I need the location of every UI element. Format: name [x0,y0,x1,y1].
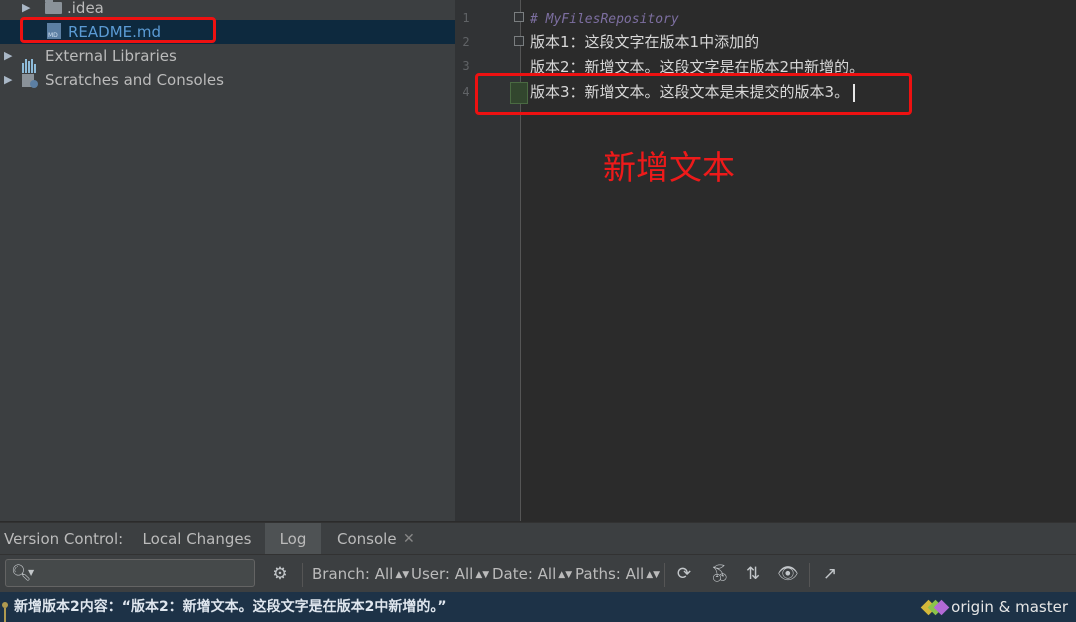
tree-item-external-libraries[interactable]: ▶ External Libraries [0,44,455,73]
eye-icon[interactable]: 👁︎ [777,564,799,584]
open-external-icon[interactable]: ↗ [820,564,840,584]
branch-indicator[interactable]: origin & master [920,592,1068,622]
dropdown-icon: ▲▼ [395,569,410,580]
sort-arrows-icon[interactable]: ⇅ [743,564,763,584]
commit-node-icon [2,602,8,622]
close-tab-icon[interactable]: ✕ [403,523,415,555]
line-number: 4 [462,85,470,99]
annotation-label: 新增文本 [603,148,735,187]
folder-icon [45,0,62,16]
code-line-2[interactable]: 版本1：这段文字在版本1中添加的 [530,30,759,54]
search-dropdown-icon[interactable]: ▼ [28,554,34,592]
log-toolbar: 🔍︎ ▼ ⚙ Branch: All ▲▼ User: All ▲▼ Date: A… [0,554,1076,593]
dropdown-icon: ▲▼ [558,569,573,580]
fold-marker-icon[interactable] [514,36,524,46]
filter-branch[interactable]: Branch: All ▲▼ [312,555,409,594]
filter-user[interactable]: User: All ▲▼ [411,555,489,594]
settings-gear-icon[interactable]: ⚙ [270,564,290,584]
tab-local-changes[interactable]: Local Changes [136,523,258,555]
branch-label: origin & master [951,598,1068,616]
filter-date[interactable]: Date: All ▲▼ [492,555,572,594]
filter-paths-label: Paths: All [575,565,645,583]
line-number: 3 [462,59,470,73]
dropdown-icon: ▲▼ [475,569,490,580]
tree-item-scratches[interactable]: ▶ Scratches and Consoles [0,68,455,92]
expand-arrow-icon[interactable]: ▶ [4,68,12,92]
version-control-label: Version Control: [4,530,124,548]
dropdown-icon: ▲▼ [646,569,661,580]
filter-paths[interactable]: Paths: All ▲▼ [575,555,660,594]
commit-message[interactable]: 新增版本2内容：“版本2：新增文本。这段文字是在版本2中新增的。” [14,592,447,622]
highlight-box-readme [20,17,216,43]
filter-user-label: User: All [411,565,474,583]
line-number: 1 [462,11,470,25]
toolbar-separator [664,563,665,587]
line-number: 2 [462,35,470,49]
comment-text: # MyFilesRepository [530,12,679,27]
tree-item-label: Scratches and Consoles [45,71,224,89]
fold-marker-icon[interactable] [514,12,524,22]
libraries-icon [22,49,38,73]
search-input[interactable]: 🔍︎ ▼ [5,559,255,587]
tab-console[interactable]: Console [337,523,397,555]
project-tree-panel: ▶ .idea README.md ▶ External Libraries ▶… [0,0,455,521]
cherry-pick-icon[interactable]: 🍒︎ [709,564,731,584]
filter-date-label: Date: All [492,565,557,583]
commit-status-bar: 新增版本2内容：“版本2：新增文本。这段文字是在版本2中新增的。” origin… [0,592,1076,622]
toolbar-separator [302,563,303,587]
highlight-box-new-line [475,73,912,115]
code-line-1[interactable]: # MyFilesRepository [530,6,679,32]
scratches-icon [22,72,38,88]
branch-tag-icon [920,599,950,615]
toolbar-separator [809,563,810,587]
expand-arrow-icon[interactable]: ▶ [4,44,12,68]
tab-log[interactable]: Log [265,523,321,555]
filter-branch-label: Branch: All [312,565,394,583]
refresh-icon[interactable]: ⟳ [674,564,694,584]
version-control-tabs: Version Control: Local Changes Log Conso… [0,522,1076,555]
tree-item-label: External Libraries [45,47,177,65]
